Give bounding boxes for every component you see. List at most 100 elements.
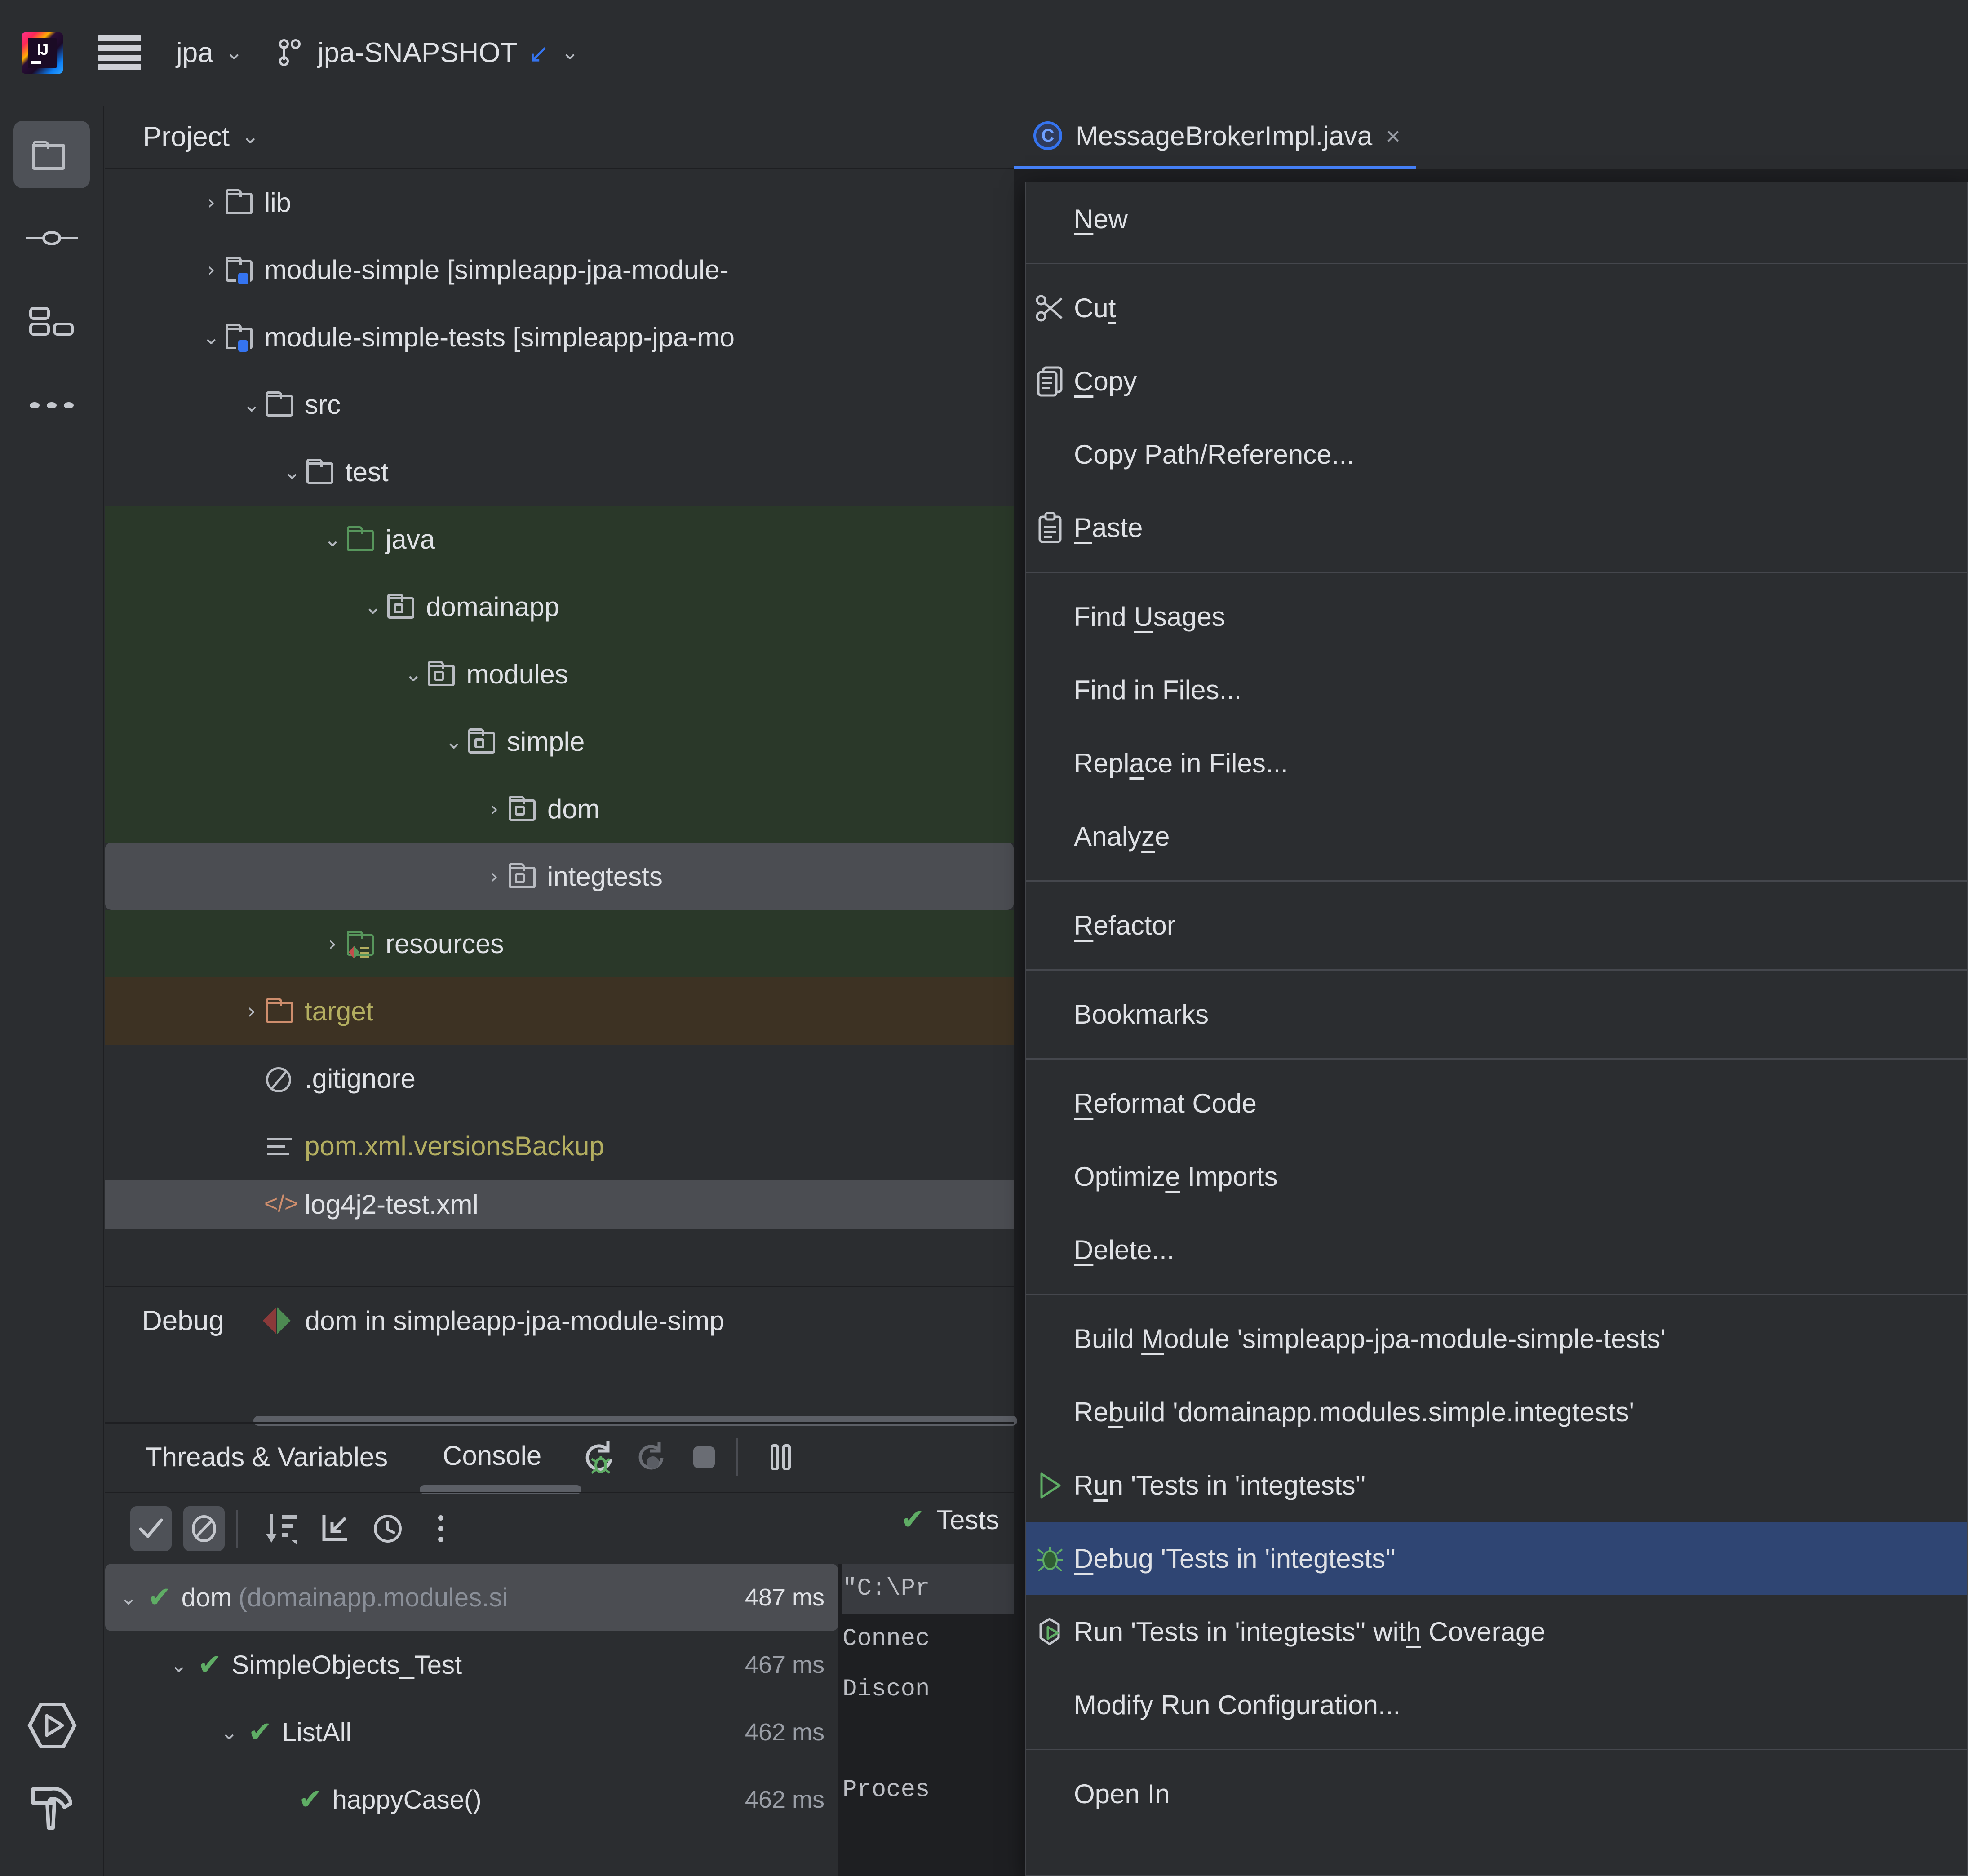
tree-row-simple[interactable]: ⌄simple <box>105 708 1014 775</box>
tree-row-java[interactable]: ⌄java <box>105 506 1014 573</box>
expand-collapse-button[interactable] <box>314 1506 355 1551</box>
sidebar-item-commit[interactable] <box>13 204 90 272</box>
tree-row-integtests[interactable]: ›integtests <box>105 843 1014 910</box>
rerun-icon[interactable] <box>631 1435 673 1480</box>
tree-row-module-simple-simpleapp-jpa-module[interactable]: › module-simple [simpleapp-jpa-module- <box>105 236 1014 303</box>
tree-row-log4j2-test-xml[interactable]: ›</>log4j2-test.xml <box>105 1180 1014 1229</box>
sidebar-item-more[interactable] <box>13 372 90 439</box>
menu-item-run-tests-in-integtests[interactable]: Run 'Tests in 'integtests'' <box>1026 1449 1967 1522</box>
test-duration: 462 ms <box>745 1786 824 1814</box>
logo-bar <box>31 61 41 64</box>
menu-separator <box>1026 572 1967 573</box>
pause-icon[interactable] <box>760 1435 802 1480</box>
chevron-down-icon[interactable]: ⌄ <box>361 594 385 619</box>
menu-item-cut[interactable]: Cut <box>1026 271 1967 345</box>
menu-item-analyze[interactable]: Analyze <box>1026 800 1967 873</box>
tree-row-label: target <box>305 996 373 1027</box>
menu-item-run-tests-in-integtests-with-coverage[interactable]: Run 'Tests in 'integtests'' with Coverag… <box>1026 1595 1967 1668</box>
tree-row-label: log4j2-test.xml <box>305 1189 479 1220</box>
menu-item-delete[interactable]: Delete... <box>1026 1213 1967 1286</box>
tree-row-lib[interactable]: › lib <box>105 169 1014 236</box>
history-button[interactable] <box>367 1506 408 1551</box>
sidebar-item-run[interactable] <box>14 1692 90 1759</box>
tree-row-gitignore[interactable]: ›.gitignore <box>105 1045 1014 1112</box>
menu-item-copy[interactable]: Copy <box>1026 345 1967 418</box>
chevron-down-icon[interactable]: ⌄ <box>217 1720 241 1744</box>
chevron-right-icon[interactable]: › <box>199 257 223 282</box>
menu-item-open-in[interactable]: Open In <box>1026 1757 1967 1831</box>
more-options-button[interactable] <box>420 1506 461 1551</box>
check-icon: ✔ <box>900 1503 925 1536</box>
menu-item-optimize-imports[interactable]: Optimize Imports <box>1026 1140 1967 1213</box>
menu-item-label: Build Module 'simpleapp-jpa-module-simpl… <box>1074 1323 1666 1354</box>
chevron-right-icon[interactable]: › <box>483 797 506 821</box>
menu-item-copy-path-reference[interactable]: Copy Path/Reference... <box>1026 418 1967 491</box>
chevron-right-icon[interactable]: › <box>483 864 506 888</box>
test-row-dom[interactable]: ⌄✔dom(domainapp.modules.si487 ms <box>105 1564 838 1631</box>
folder-icon <box>28 137 67 173</box>
tree-row-modules[interactable]: ⌄modules <box>105 640 1014 708</box>
console-line: "C:\Pr <box>842 1564 1014 1614</box>
rerun-debug-icon[interactable] <box>579 1435 621 1480</box>
tree-row-label: lib <box>264 187 291 218</box>
toolbar-separator <box>736 1438 738 1476</box>
tree-row-pom-xml-versionsbackup[interactable]: ›pom.xml.versionsBackup <box>105 1112 1014 1180</box>
tab-threads-variables[interactable]: Threads & Variables <box>139 1423 394 1491</box>
tree-row-label: module-simple [simpleapp-jpa-module- <box>264 254 729 285</box>
show-passed-button[interactable] <box>130 1506 172 1551</box>
branch-selector[interactable]: jpa-SNAPSHOT↙⌄ <box>278 37 579 69</box>
menu-item-build-module-simpleapp-jpa-module-simple-tests[interactable]: Build Module 'simpleapp-jpa-module-simpl… <box>1026 1302 1967 1375</box>
hamburger-menu-icon[interactable] <box>98 35 141 71</box>
menu-item-refactor[interactable]: Refactor <box>1026 889 1967 962</box>
stop-icon[interactable] <box>683 1435 725 1480</box>
project-panel-header[interactable]: Project⌄ <box>105 106 1014 169</box>
menu-item-label: Paste <box>1074 512 1143 543</box>
tree-row-dom[interactable]: ›dom <box>105 775 1014 843</box>
debug-config-name[interactable]: dom in simpleapp-jpa-module-simp <box>305 1305 725 1336</box>
chevron-down-icon[interactable]: ⌄ <box>240 392 263 417</box>
close-icon[interactable]: × <box>1386 121 1401 151</box>
context-menu: New CutCopyCopy Path/Reference... Paste Fin… <box>1025 182 1968 1876</box>
tree-row-test[interactable]: ⌄test <box>105 438 1014 506</box>
menu-item-find-in-files[interactable]: Find in Files... <box>1026 653 1967 727</box>
tab-messagebrokerimpl[interactable]: C MessageBrokerImpl.java × <box>1014 106 1416 169</box>
test-row-simpleobjects-test[interactable]: ⌄✔SimpleObjects_Test467 ms <box>105 1631 838 1699</box>
chevron-right-icon[interactable]: › <box>321 931 344 956</box>
tree-row-resources[interactable]: ›resources <box>105 910 1014 977</box>
test-row-listall[interactable]: ⌄✔ListAll462 ms <box>105 1699 838 1766</box>
chevron-down-icon[interactable]: ⌄ <box>442 729 465 754</box>
sidebar-item-project[interactable] <box>13 121 90 188</box>
menu-item-debug-tests-in-integtests[interactable]: Debug 'Tests in 'integtests'' <box>1026 1522 1967 1595</box>
test-row-happycase[interactable]: ⌄✔happyCase()462 ms <box>105 1766 838 1833</box>
menu-item-bookmarks[interactable]: Bookmarks <box>1026 978 1967 1051</box>
tree-row-module-simple-tests-simpleapp-jpa-mo[interactable]: ⌄module-simple-tests [simpleapp-jpa-mo <box>105 303 1014 371</box>
tree-row-domainapp[interactable]: ⌄domainapp <box>105 573 1014 640</box>
sidebar-item-build[interactable] <box>14 1774 90 1841</box>
tab-console[interactable]: Console <box>436 1423 548 1491</box>
show-ignored-button[interactable] <box>183 1506 225 1551</box>
chevron-down-icon[interactable]: ⌄ <box>402 662 425 686</box>
chevron-down-icon[interactable]: ⌄ <box>321 527 344 551</box>
sidebar-item-structure[interactable] <box>13 288 90 355</box>
tree-row-target[interactable]: › target <box>105 977 1014 1045</box>
chevron-down-icon[interactable]: ⌄ <box>167 1653 191 1677</box>
chevron-down-icon[interactable]: ⌄ <box>199 325 223 349</box>
menu-item-label: Rebuild 'domainapp.modules.simple.integt… <box>1074 1397 1634 1428</box>
chevron-right-icon[interactable]: › <box>199 190 223 214</box>
chevron-down-icon[interactable]: ⌄ <box>280 460 304 484</box>
project-selector[interactable]: jpa⌄ <box>176 37 243 69</box>
chevron-right-icon[interactable]: › <box>240 999 263 1023</box>
sort-by-duration-button[interactable] <box>261 1506 302 1551</box>
chevron-down-icon[interactable]: ⌄ <box>117 1585 140 1610</box>
menu-item-modify-run-configuration[interactable]: Modify Run Configuration... <box>1026 1668 1967 1742</box>
menu-item-new[interactable]: New <box>1026 182 1967 256</box>
project-panel-title: Project <box>143 121 230 152</box>
package-icon <box>506 794 539 824</box>
tree-row-src[interactable]: ⌄src <box>105 371 1014 438</box>
menu-item-find-usages[interactable]: Find Usages <box>1026 580 1967 653</box>
folder-icon <box>263 390 297 419</box>
menu-item-reformat-code[interactable]: Reformat Code <box>1026 1067 1967 1140</box>
menu-item-rebuild-domainapp-modules-simple-integtests[interactable]: Rebuild 'domainapp.modules.simple.integt… <box>1026 1375 1967 1449</box>
menu-item-replace-in-files[interactable]: Replace in Files... <box>1026 727 1967 800</box>
menu-item-paste[interactable]: Paste <box>1026 491 1967 564</box>
